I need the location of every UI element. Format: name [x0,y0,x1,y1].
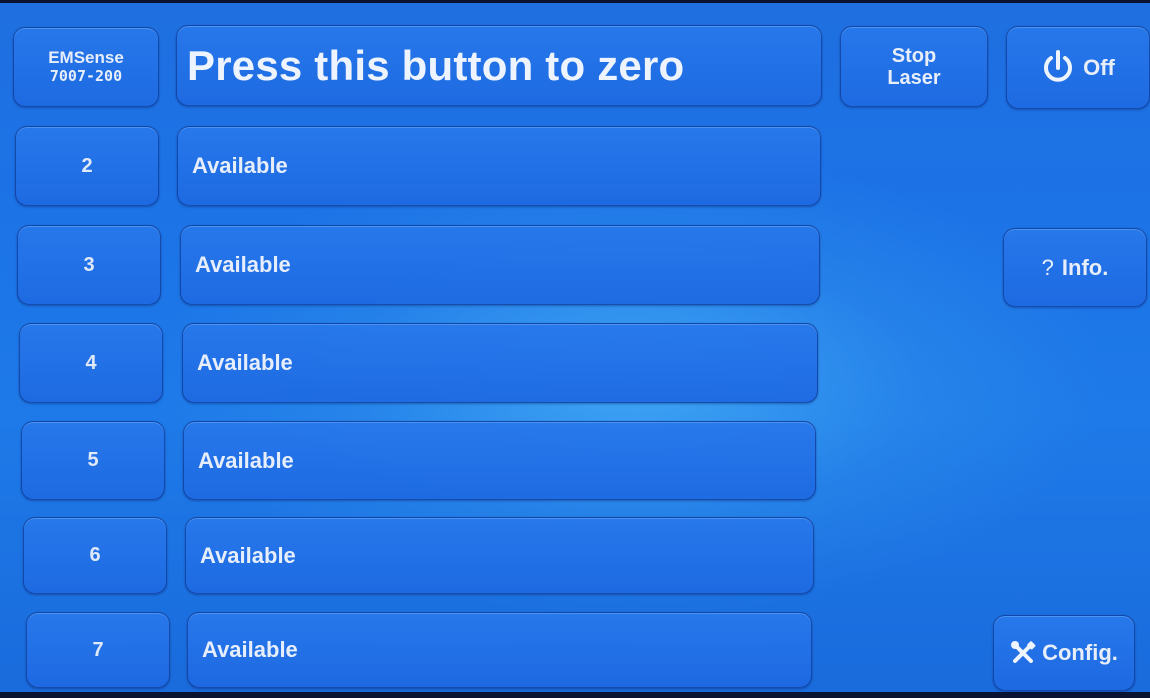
stop-laser-line2: Laser [887,66,941,89]
power-icon [1041,49,1075,86]
slot-status: Available [198,447,294,473]
config-button[interactable]: Config. [993,615,1135,691]
slot-button-2[interactable]: 2 [15,126,159,206]
slot-button-3[interactable]: 3 [17,225,161,305]
slot-status: Available [192,153,288,178]
slot-status: Available [195,252,291,277]
slot-button-4[interactable]: 4 [19,323,163,403]
slot-status: Available [197,350,293,375]
slot-number: 4 [85,351,97,374]
brand-button[interactable]: EMSense 7007-200 [13,27,159,107]
slot-number: 5 [87,449,99,471]
slot-number: 6 [89,544,101,566]
slot-field-7[interactable]: Available [187,612,812,688]
slot-button-5[interactable]: 5 [21,421,165,500]
info-label: Info. [1061,254,1109,280]
slot-button-7[interactable]: 7 [26,612,170,688]
off-label: Off [1083,54,1115,80]
slot-field-3[interactable]: Available [180,225,820,305]
slot-number: 2 [81,154,93,177]
slot-field-4[interactable]: Available [182,323,818,403]
slot-field-5[interactable]: Available [183,421,816,500]
zero-button[interactable]: Press this button to zero [176,25,822,106]
slot-number: 7 [92,638,104,661]
question-mark-icon: ? [1041,254,1054,280]
slot-field-2[interactable]: Available [177,126,821,206]
zero-button-label: Press this button to zero [187,41,685,89]
brand-model: 7007-200 [49,67,123,85]
stop-laser-button[interactable]: Stop Laser [840,26,988,107]
slot-status: Available [202,637,298,662]
touch-screen: EMSense 7007-200 Press this button to ze… [0,0,1150,698]
slot-number: 3 [83,253,95,276]
power-off-button[interactable]: Off [1006,26,1150,109]
config-label: Config. [1042,640,1118,665]
slot-field-6[interactable]: Available [185,517,814,594]
slot-status: Available [200,542,296,568]
brand-name: EMSense [48,48,124,67]
slot-button-6[interactable]: 6 [23,517,167,594]
tools-icon [1010,640,1036,666]
info-button[interactable]: ? Info. [1003,228,1147,307]
stop-laser-line1: Stop [891,44,937,67]
